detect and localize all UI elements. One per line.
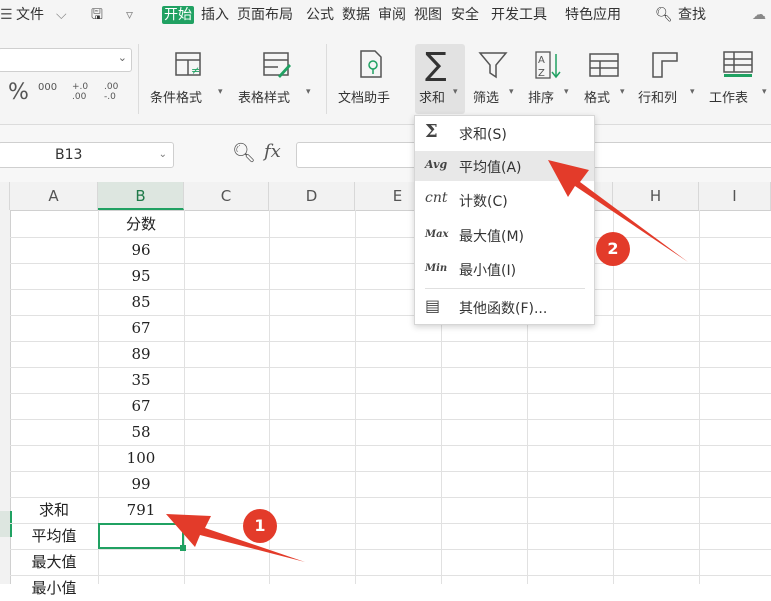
step-badge-2: 2: [596, 232, 630, 266]
annotation-overlay: [166, 160, 688, 562]
arrow-1-icon: [166, 514, 305, 562]
step-badge-1: 1: [243, 509, 277, 543]
